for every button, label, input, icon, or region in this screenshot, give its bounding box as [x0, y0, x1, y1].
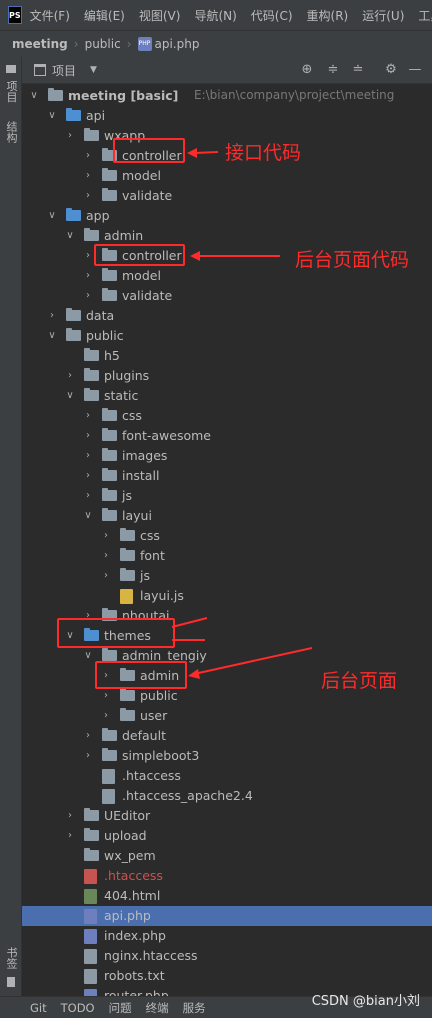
arrow-line: [193, 647, 313, 675]
arrow-head: [188, 669, 200, 679]
arrow-head: [187, 148, 197, 158]
arrow-line: [171, 617, 208, 628]
annotation-admin-page: 后台页面: [321, 670, 398, 692]
arrow-head: [190, 251, 200, 261]
annotation-api-code: 接口代码: [225, 142, 302, 164]
arrow-line: [193, 151, 219, 154]
annotation-arrows: [171, 148, 313, 679]
annotation-admin-page-code: 后台页面代码: [295, 249, 410, 271]
